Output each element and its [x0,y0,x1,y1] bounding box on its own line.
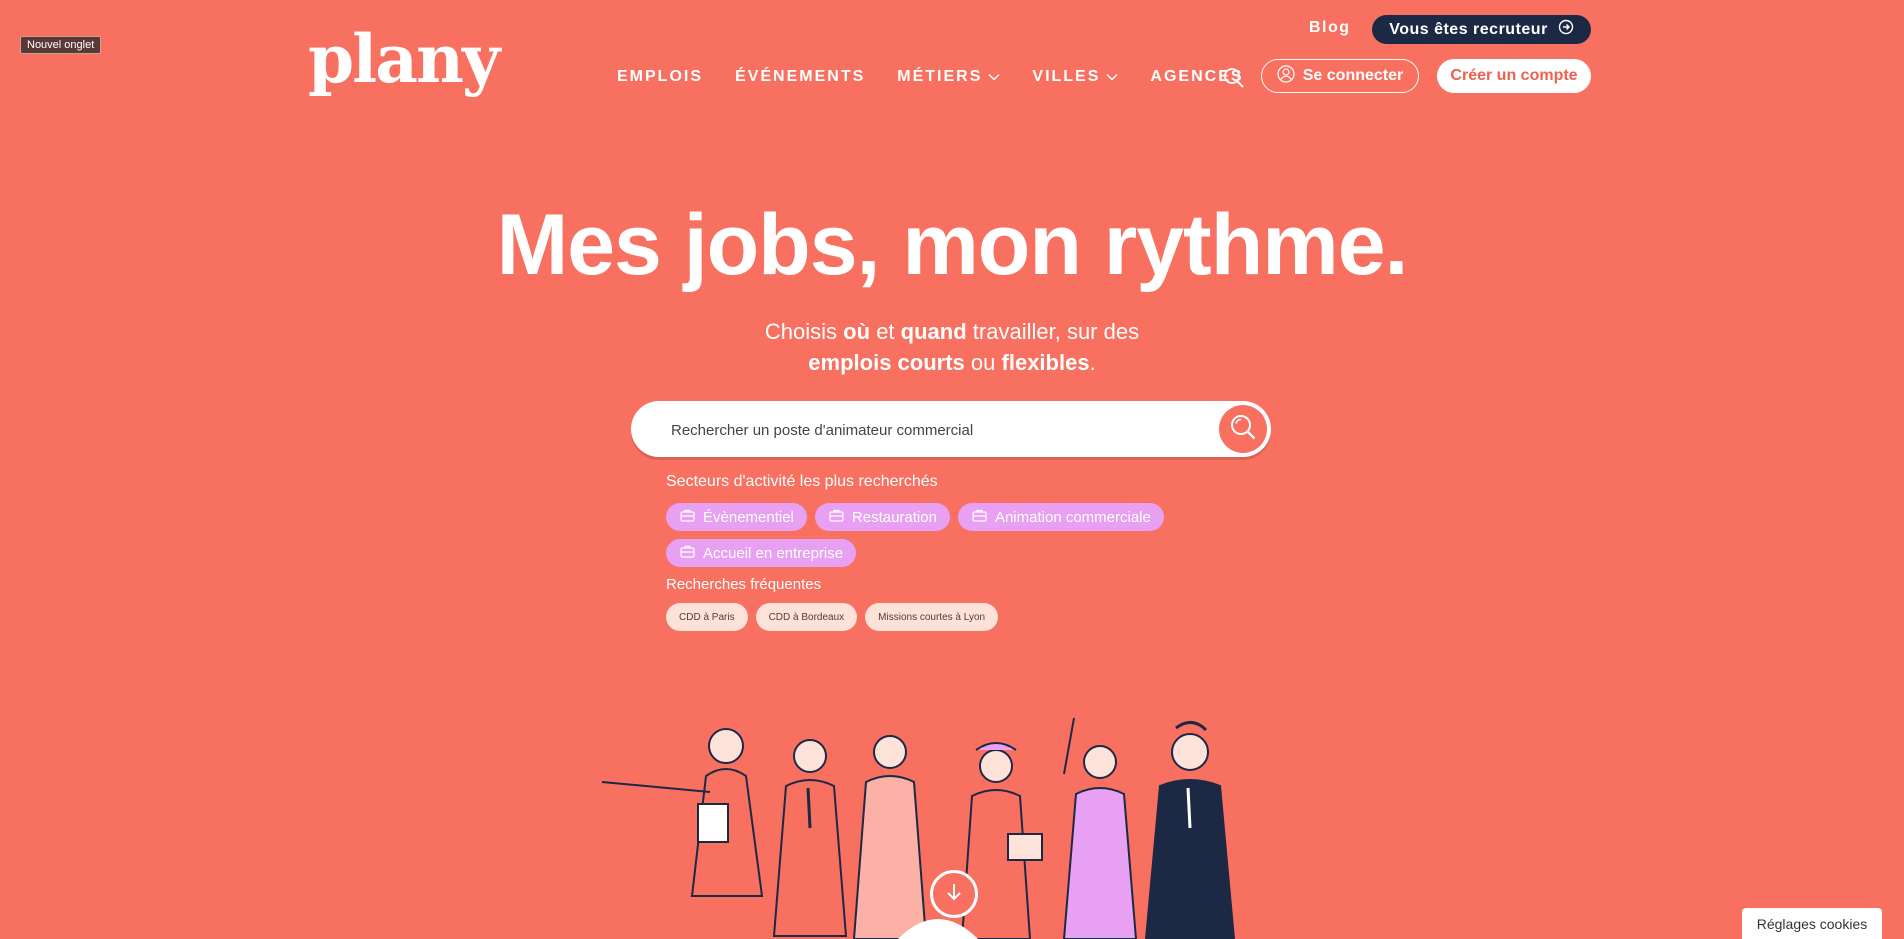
subtitle-bold: quand [900,319,967,344]
frequent-search-chip[interactable]: Missions courtes à Lyon [865,603,999,631]
sector-chip[interactable]: Restauration [814,503,950,531]
briefcase-icon [680,545,695,562]
plany-logo[interactable]: plany [308,26,500,92]
nav-metiers[interactable]: MÉTIERS [897,68,1000,86]
job-search-input[interactable] [669,401,1193,459]
new-tab-badge: Nouvel onglet [20,36,102,54]
nav-label: VILLES [1032,68,1101,85]
recruiter-button-label: Vous êtes recruteur [1389,20,1548,38]
chip-label: Restauration [851,508,937,526]
briefcase-icon [680,509,695,526]
login-button-label: Se connecter [1302,67,1404,84]
blog-link[interactable]: Blog [1309,19,1351,37]
chip-label: Accueil en entreprise [703,544,844,562]
subtitle-bold: où [843,319,871,344]
sectors-label: Secteurs d'activité les plus recherchés [666,473,938,490]
chevron-down-icon [988,68,1000,86]
chevron-down-icon [1106,68,1118,86]
job-search-bar [631,401,1271,459]
main-nav: EMPLOIS ÉVÉNEMENTS MÉTIERS VILLES AGENCE… [617,68,1244,86]
chip-label: Animation commerciale [994,508,1151,526]
subtitle-bold: flexibles [1001,350,1090,375]
recruiter-button[interactable]: Vous êtes recruteur [1372,15,1591,44]
subtitle-text: ou [970,350,996,375]
briefcase-icon [972,509,987,526]
arrow-right-circle-icon [1558,19,1574,40]
nav-villes[interactable]: VILLES [1032,68,1118,86]
sector-chips: Évènementiel Restauration Animation comm… [666,503,1226,567]
nav-label: ÉVÉNEMENTS [735,68,866,85]
search-icon [1229,413,1257,446]
cookie-settings-button[interactable]: Réglages cookies [1742,908,1882,939]
frequent-search-chip[interactable]: CDD à Bordeaux [755,603,858,631]
sector-chip[interactable]: Évènementiel [666,503,807,531]
subtitle-text: travailler, sur des [972,319,1140,344]
frequent-chips: CDD à Paris CDD à Bordeaux Missions cour… [666,603,999,631]
frequent-search-chip[interactable]: CDD à Paris [666,603,748,631]
hero-title: Mes jobs, mon rythme. [496,197,1409,293]
scroll-down-button[interactable] [930,870,978,918]
hero-subtitle: Choisis où et quand travailler, sur des … [0,316,1904,378]
arrow-down-icon [945,882,963,907]
nav-evenements[interactable]: ÉVÉNEMENTS [735,68,865,86]
nav-emplois[interactable]: EMPLOIS [617,68,703,86]
search-submit-button[interactable] [1219,405,1267,453]
people-illustration [601,717,1236,939]
briefcase-icon [829,509,844,526]
sector-chip[interactable]: Animation commerciale [957,503,1164,531]
chip-label: Évènementiel [703,508,794,526]
nav-label: EMPLOIS [617,68,704,85]
frequent-searches-label: Recherches fréquentes [666,576,822,593]
sector-chip[interactable]: Accueil en entreprise [666,539,857,567]
login-button[interactable]: Se connecter [1261,59,1419,93]
subtitle-bold: emplois courts [808,350,965,375]
subtitle-text: et [876,319,895,344]
search-icon[interactable] [1223,67,1245,89]
user-icon [1277,64,1295,88]
signup-button[interactable]: Créer un compte [1437,59,1591,93]
nav-label: MÉTIERS [897,68,983,85]
subtitle-text: . [1089,350,1096,375]
subtitle-text: Choisis [764,319,838,344]
